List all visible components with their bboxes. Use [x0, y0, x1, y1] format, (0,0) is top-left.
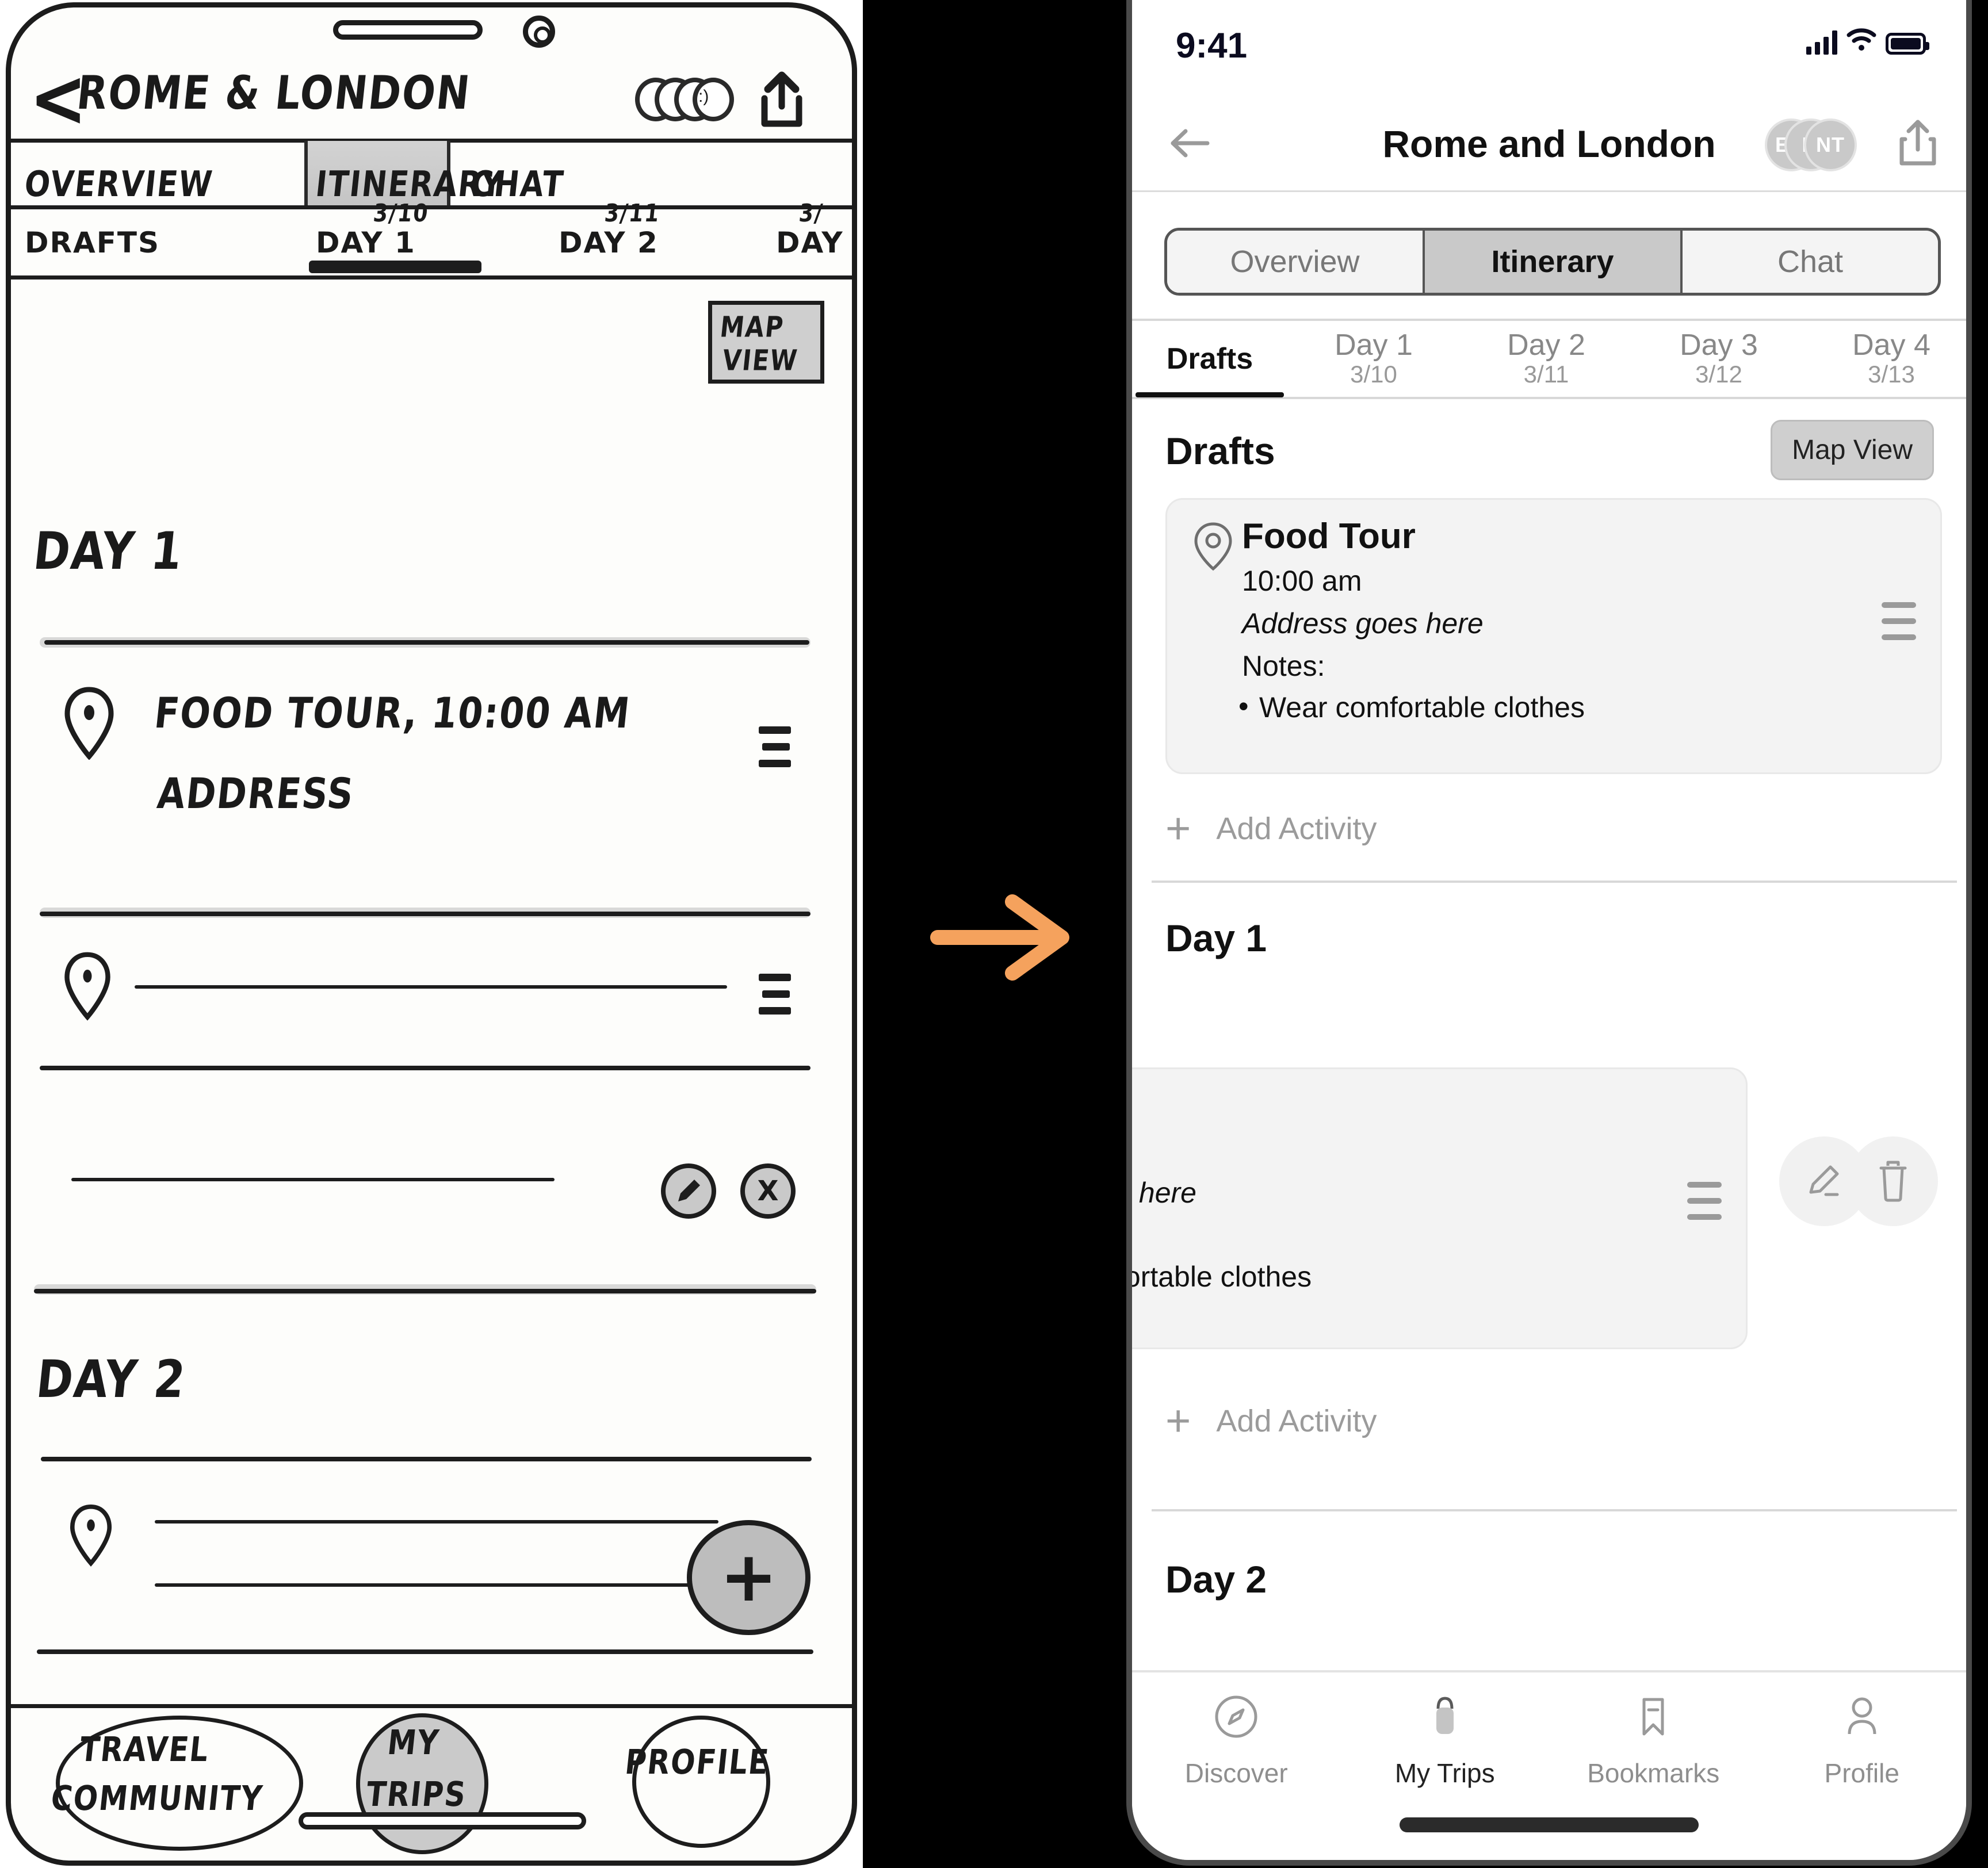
tab-label: Discover — [1184, 1758, 1288, 1788]
activity-note-item: Wear comfortable clothes — [1238, 690, 1585, 724]
sketch-phone-frame: < ROME & LONDON :) OVERVIEW ITINERARY CH… — [6, 2, 857, 1866]
battery-full-icon — [1886, 33, 1929, 55]
activity-address: Address goes here — [1242, 607, 1484, 640]
day1-activity-card-swiped[interactable]: r s here fortable clothes — [1126, 1067, 1748, 1349]
drag-handle-icon[interactable] — [759, 974, 791, 1024]
sketch-tab-itinerary[interactable]: ITINERARY — [314, 143, 506, 206]
sketch-day1-heading: DAY 1 — [30, 520, 186, 581]
day-tab-day1[interactable]: Day 1 3/10 — [1287, 329, 1460, 389]
tab-profile[interactable]: Profile — [1758, 1691, 1967, 1789]
drafts-section-header: Drafts Map View — [1132, 416, 1966, 491]
plus-icon: + — [1165, 803, 1191, 853]
drag-handle-icon[interactable] — [759, 726, 791, 776]
day-tab-drafts[interactable]: Drafts — [1132, 343, 1287, 397]
right-arrow-icon — [926, 891, 1087, 983]
activity-title: Food Tour — [1242, 516, 1416, 556]
bookmark-icon — [1629, 1691, 1677, 1743]
sketch-map-view-button[interactable]: MAP VIEW — [708, 301, 824, 384]
day-tab-day4[interactable]: Day 4 3/13 — [1805, 329, 1966, 389]
location-pin-icon — [63, 951, 112, 1021]
add-activity-label: Add Activity — [1216, 1404, 1377, 1438]
sketch-edit-activity-button[interactable] — [661, 1163, 716, 1219]
sketch-activity-title: FOOD TOUR, 10:00 AM — [152, 688, 633, 738]
sketch-delete-activity-button[interactable]: X — [740, 1163, 796, 1219]
add-activity-day1-button[interactable]: + Add Activity — [1165, 1389, 1683, 1453]
sketch-page-title: ROME & LONDON — [74, 66, 473, 121]
share-icon[interactable] — [1891, 117, 1944, 170]
sketch-day2-heading: DAY 2 — [33, 1348, 189, 1410]
location-pin-icon — [1192, 522, 1234, 575]
draft-activity-card[interactable]: Food Tour 10:00 am Address goes here Not… — [1165, 498, 1942, 774]
status-bar: 9:41 — [1132, 21, 1966, 72]
location-pin-icon — [68, 1503, 113, 1567]
sketch-activity-address: ADDRESS — [155, 768, 357, 818]
day-tab-strip[interactable]: Drafts Day 1 3/10 Day 2 3/11 Day 3 3/12 … — [1132, 319, 1966, 399]
tab-discover[interactable]: Discover — [1132, 1691, 1341, 1789]
comparison-canvas: < ROME & LONDON :) OVERVIEW ITINERARY CH… — [0, 0, 1988, 1868]
sketch-tab-overview[interactable]: OVERVIEW — [22, 143, 295, 206]
bottom-tab-bar[interactable]: Discover My Trips Bookmarks Profile — [1132, 1670, 1966, 1860]
section-divider — [1152, 1509, 1957, 1511]
compass-icon — [1212, 1691, 1260, 1743]
day-tab-day3[interactable]: Day 3 3/12 — [1633, 329, 1805, 389]
day1-section-header: Day 1 — [1132, 904, 1966, 978]
home-indicator — [299, 1812, 586, 1829]
activity-note-fragment: fortable clothes — [1126, 1261, 1312, 1293]
plus-icon: + — [1165, 1396, 1191, 1445]
status-time: 9:41 — [1176, 26, 1248, 66]
sketch-daytab-day1[interactable]: 3/10 DAY 1 — [316, 200, 430, 259]
add-activity-label: Add Activity — [1216, 811, 1377, 846]
person-icon — [1838, 1691, 1886, 1743]
tab-chat[interactable]: Chat — [1680, 231, 1938, 293]
tab-label: Bookmarks — [1587, 1758, 1720, 1788]
plus-icon: + — [720, 1537, 778, 1617]
segmented-control[interactable]: Overview Itinerary Chat — [1164, 228, 1941, 296]
activity-address-fragment: s here — [1132, 1177, 1196, 1209]
location-pin-icon — [63, 686, 116, 760]
tab-my-trips[interactable]: My Trips — [1341, 1691, 1550, 1789]
map-view-button[interactable]: Map View — [1771, 420, 1934, 480]
share-icon[interactable] — [753, 71, 811, 128]
day2-section-header: Day 2 — [1132, 1545, 1966, 1620]
sketch-segmented-control[interactable]: OVERVIEW ITINERARY CHAT — [11, 141, 852, 206]
activity-title-fragment: r — [1126, 1085, 1130, 1126]
day2-heading: Day 2 — [1165, 1558, 1267, 1601]
avatar: NT — [1804, 118, 1857, 171]
wifi-icon — [1846, 28, 1876, 55]
activity-notes-label: Notes: — [1242, 650, 1325, 682]
sketch-day-tabs[interactable]: DRAFTS 3/10 DAY 1 3/11 DAY 2 3/ DAY — [11, 200, 852, 279]
tab-itinerary[interactable]: Itinerary — [1423, 231, 1680, 293]
day1-heading: Day 1 — [1165, 917, 1267, 959]
home-indicator — [1400, 1817, 1699, 1832]
sketch-bottom-nav[interactable]: TRAVEL COMMUNITY MY TRIPS PROFILE — [11, 1710, 852, 1861]
avatar-stack-icon[interactable]: :) — [635, 75, 734, 121]
day-tab-day2[interactable]: Day 2 3/11 — [1460, 329, 1633, 389]
front-camera-icon — [523, 16, 555, 48]
tab-label: My Trips — [1394, 1758, 1495, 1788]
sketch-navbar: < ROME & LONDON :) — [11, 58, 852, 139]
drafts-heading: Drafts — [1165, 430, 1275, 472]
drag-handle-icon[interactable] — [1882, 602, 1916, 650]
tab-bookmarks[interactable]: Bookmarks — [1549, 1691, 1758, 1789]
wireframe-sketch-panel: < ROME & LONDON :) OVERVIEW ITINERARY CH… — [0, 0, 863, 1868]
activity-time: 10:00 am — [1242, 565, 1362, 597]
tab-overview[interactable]: Overview — [1167, 231, 1423, 293]
sketch-tab-chat[interactable]: CHAT — [469, 143, 644, 206]
cellular-signal-icon — [1806, 30, 1837, 55]
sketch-daytab-drafts[interactable]: DRAFTS — [25, 226, 160, 259]
sketch-daytab-day3[interactable]: 3/ DAY — [776, 200, 844, 259]
delete-activity-button[interactable] — [1848, 1136, 1938, 1226]
suitcase-icon — [1421, 1691, 1469, 1743]
tab-label: Profile — [1824, 1758, 1899, 1788]
drag-handle-icon[interactable] — [1687, 1182, 1722, 1230]
sketch-add-fab-button[interactable]: + — [687, 1520, 811, 1635]
speaker-grille-icon — [333, 20, 483, 40]
section-divider — [1152, 881, 1957, 883]
hifi-phone-frame: 9:41 Rome and London NT Overview Itinera… — [1126, 0, 1972, 1866]
avatar-stack[interactable]: EM M NT — [1765, 118, 1880, 171]
sketch-daytab-day2[interactable]: 3/11 DAY 2 — [559, 200, 662, 259]
app-navbar: Rome and London EM M NT — [1132, 94, 1966, 192]
add-activity-drafts-button[interactable]: + Add Activity — [1165, 797, 1683, 860]
sketch-daytab-active-underline — [309, 261, 481, 273]
